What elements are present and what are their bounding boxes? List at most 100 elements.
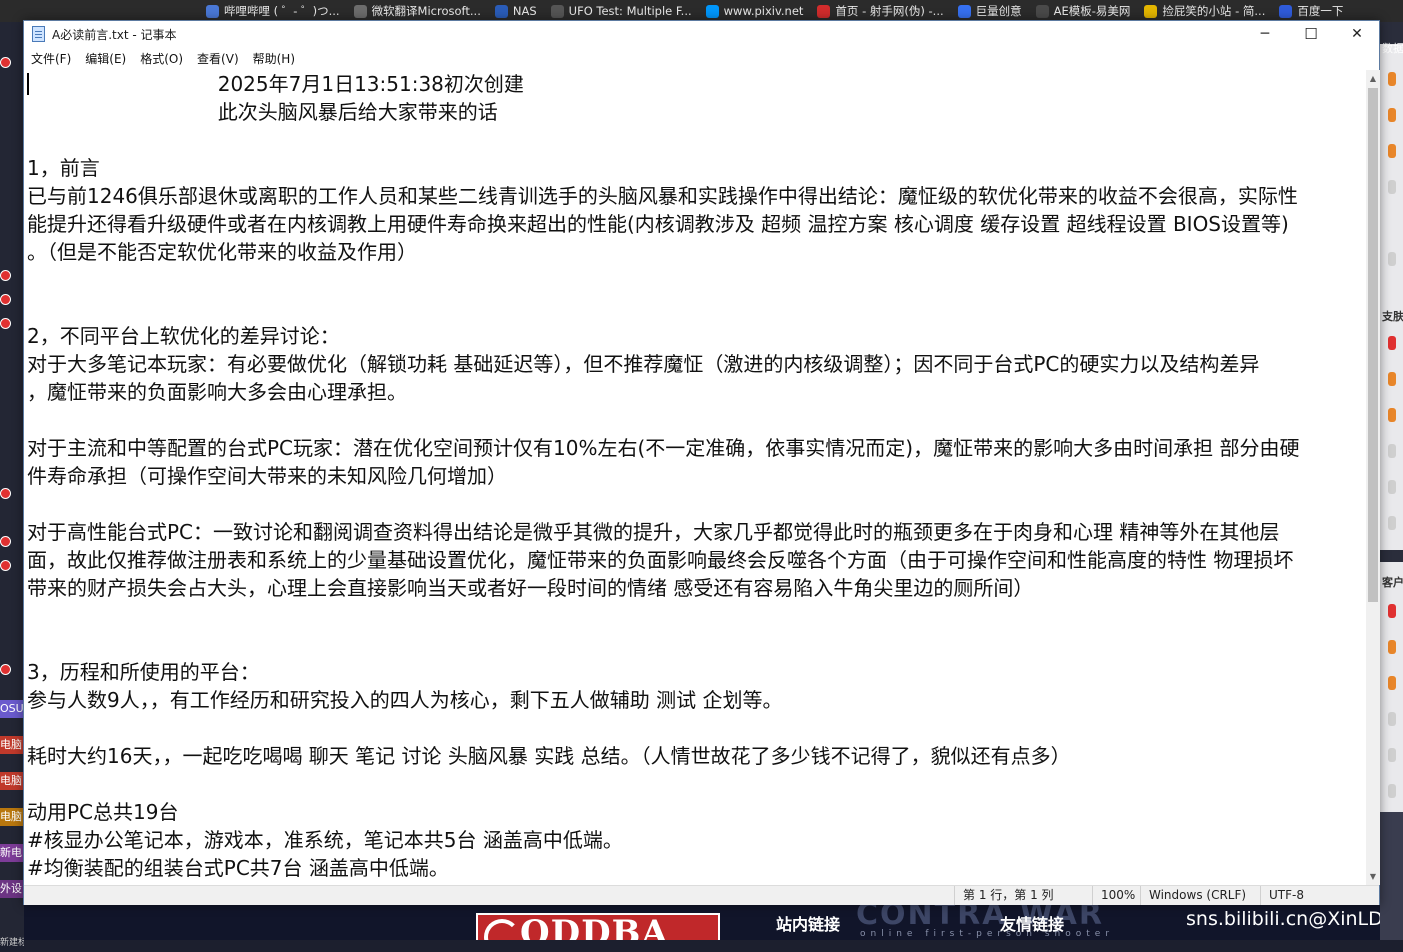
list-marker xyxy=(1388,712,1396,726)
notification-dot-icon xyxy=(0,560,11,571)
pixiv-icon xyxy=(705,4,719,18)
bookmark-label: UFO Test: Multiple F... xyxy=(568,4,692,18)
bookmark-item[interactable]: 哔哩哔哩 ( ゜- ゜)つ... xyxy=(206,3,340,19)
site-links-link[interactable]: 站内链接 xyxy=(776,911,840,935)
right-image-area xyxy=(1380,812,1403,940)
right-label: 客户 xyxy=(1382,576,1403,589)
right-label: 数据 xyxy=(1382,42,1403,55)
text-line: 2，不同平台上软优化的差异讨论： xyxy=(27,324,340,348)
zoom-level: 100% xyxy=(1092,886,1142,905)
shooter-icon xyxy=(817,4,831,18)
dsm-icon xyxy=(494,4,508,18)
text-line: 已与前1246俱乐部退休或离职的工作人员和某些二线青训选手的头脑风暴和实践操作中… xyxy=(27,184,1298,208)
text-line: 件寿命承担（可操作空间大带来的未知风险几何增加） xyxy=(27,464,507,488)
text-line xyxy=(27,714,1365,742)
text-line: #核显办公笔记本，游戏本，准系统，笔记本共5台 涵盖高中低端。 xyxy=(27,828,623,852)
bookmark-label: 哔哩哔哩 ( ゜- ゜)つ... xyxy=(224,4,340,18)
menu-bar: 文件(F) 编辑(E) 格式(O) 查看(V) 帮助(H) xyxy=(24,48,1379,69)
close-button[interactable]: ✕ xyxy=(1334,21,1380,47)
notification-dot-icon xyxy=(0,270,11,281)
list-marker xyxy=(1388,108,1396,122)
text-editor[interactable]: 2025年7月1日13:51:38初次创建 此次头脑风暴后给大家带来的话 1，前言… xyxy=(25,70,1366,885)
friend-links-link[interactable]: 友情链接 xyxy=(1000,911,1064,935)
background-banner: CONTRA WAR online first-person shooter O… xyxy=(24,905,1380,940)
left-tag[interactable]: 电脑 xyxy=(0,772,24,790)
text-line: #均衡装配的组装台式PC共7台 涵盖高中低端。 xyxy=(27,856,449,880)
ufo-icon xyxy=(550,4,564,18)
notification-dot-icon xyxy=(0,536,11,547)
scroll-down-arrow-icon[interactable]: ▼ xyxy=(1366,868,1380,885)
bookmark-label: 首页 - 射手网(伪) -... xyxy=(835,4,944,18)
notification-dot-icon xyxy=(0,294,11,305)
text-line: 此次头脑风暴后给大家带来的话 xyxy=(27,100,498,124)
text-line xyxy=(27,770,1365,798)
status-bar: 第 1 行，第 1 列 100% Windows (CRLF) UTF-8 xyxy=(24,885,1379,905)
cursor-position: 第 1 行，第 1 列 xyxy=(954,886,1100,905)
list-marker xyxy=(1388,372,1396,386)
left-tag[interactable]: 外设 xyxy=(0,880,24,898)
right-divider xyxy=(1380,550,1403,562)
banner-bg-text: CONTRA WAR xyxy=(856,905,1104,932)
notification-dot-icon xyxy=(0,488,11,499)
menu-help[interactable]: 帮助(H) xyxy=(246,50,302,67)
list-marker xyxy=(1388,640,1396,654)
bookmark-item[interactable]: 巨量创意 xyxy=(957,3,1022,19)
bookmark-item[interactable]: www.pixiv.net xyxy=(705,4,804,18)
text-line xyxy=(27,126,1365,154)
vertical-scrollbar[interactable]: ▲ ▼ xyxy=(1366,70,1380,885)
bookmark-label: www.pixiv.net xyxy=(723,4,804,18)
list-marker xyxy=(1388,180,1396,194)
text-line xyxy=(27,490,1365,518)
bookmark-item[interactable]: 捡屁笑的小站 - 简... xyxy=(1144,3,1265,19)
notification-dot-icon xyxy=(0,664,11,675)
text-line xyxy=(27,294,1365,322)
list-marker xyxy=(1388,676,1396,690)
list-marker xyxy=(1388,748,1396,762)
text-line: 参与人数9人，，有工作经历和研究投入的四人为核心，剩下五人做辅助 测试 企划等。 xyxy=(27,688,783,712)
title-bar[interactable]: A必读前言.txt - 记事本 ─ ☐ ✕ xyxy=(24,21,1379,48)
new-tab-label[interactable]: 新建标签页 xyxy=(0,934,24,952)
left-tag[interactable]: OSU xyxy=(0,700,24,718)
bookmark-item[interactable]: AE模板-易美网 xyxy=(1035,3,1131,19)
text-line: 带来的财产损失会占大头，心理上会直接影响当天或者好一段时间的情绪 感受还有容易陷… xyxy=(27,576,1034,600)
text-line: 耗时大约16天，，一起吃吃喝喝 聊天 笔记 讨论 头脑风暴 实践 总结。（人情世… xyxy=(27,744,1071,768)
minimize-button[interactable]: ─ xyxy=(1242,21,1288,47)
menu-format[interactable]: 格式(O) xyxy=(133,50,190,67)
bookmark-item[interactable]: UFO Test: Multiple F... xyxy=(550,4,692,18)
left-tag[interactable]: 新电 xyxy=(0,844,24,862)
text-line xyxy=(27,406,1365,434)
window-title: A必读前言.txt - 记事本 xyxy=(52,28,177,42)
bookmark-item[interactable]: 百度一下 xyxy=(1279,3,1343,19)
baidu-icon xyxy=(1279,4,1293,18)
text-line: 对于高性能台式PC：一致讨论和翻阅调查资料得出结论是微乎其微的提升，大家几乎都觉… xyxy=(27,520,1280,544)
bookmark-bar: 哔哩哔哩 ( ゜- ゜)つ... 微软翻译Microsoft... NAS UFO T… xyxy=(0,0,1403,22)
bookmark-item[interactable]: NAS xyxy=(494,4,537,18)
text-line: 动用PC总共19台 xyxy=(27,800,179,824)
bookmark-label: 微软翻译Microsoft... xyxy=(371,4,481,18)
background-right-panel: 数据 支肤 客户 xyxy=(1380,22,1403,940)
scrollbar-thumb[interactable] xyxy=(1368,88,1378,602)
text-line: 对于主流和中等配置的台式PC玩家：潜在优化空间预计仅有10%左右(不一定准确，依… xyxy=(27,436,1300,460)
notepad-window: A必读前言.txt - 记事本 ─ ☐ ✕ 文件(F) 编辑(E) 格式(O) … xyxy=(23,20,1380,905)
text-line: 对于大多笔记本玩家：有必要做优化（解锁功耗 基础延迟等），但不推荐魔怔（激进的内… xyxy=(27,352,1260,376)
text-line: 3，历程和所使用的平台： xyxy=(27,660,260,684)
text-line xyxy=(27,266,1365,294)
bookmark-item[interactable]: 微软翻译Microsoft... xyxy=(353,3,481,19)
banner-bg-subtext: online first-person shooter xyxy=(860,929,1115,939)
logo-text: ODDBA xyxy=(520,913,669,940)
right-label: 支肤 xyxy=(1382,310,1403,323)
left-tag[interactable]: 电脑 xyxy=(0,808,24,826)
bookmark-label: 捡屁笑的小站 - 简... xyxy=(1162,4,1266,18)
maximize-button[interactable]: ☐ xyxy=(1288,21,1334,47)
text-line: 面，故此仅推荐做注册表和系统上的少量基础设置优化，魔怔带来的负面影响最终会反噬各… xyxy=(27,548,1294,572)
bookmark-label: AE模板-易美网 xyxy=(1053,4,1131,18)
bookmark-item[interactable]: 首页 - 射手网(伪) -... xyxy=(817,3,944,19)
menu-view[interactable]: 查看(V) xyxy=(190,50,246,67)
menu-file[interactable]: 文件(F) xyxy=(24,50,78,67)
menu-edit[interactable]: 编辑(E) xyxy=(78,50,133,67)
scroll-up-arrow-icon[interactable]: ▲ xyxy=(1366,70,1380,87)
list-marker xyxy=(1388,336,1396,350)
list-marker xyxy=(1388,480,1396,494)
left-tag[interactable]: 电脑 xyxy=(0,736,24,754)
notepad-app-icon xyxy=(32,26,45,42)
